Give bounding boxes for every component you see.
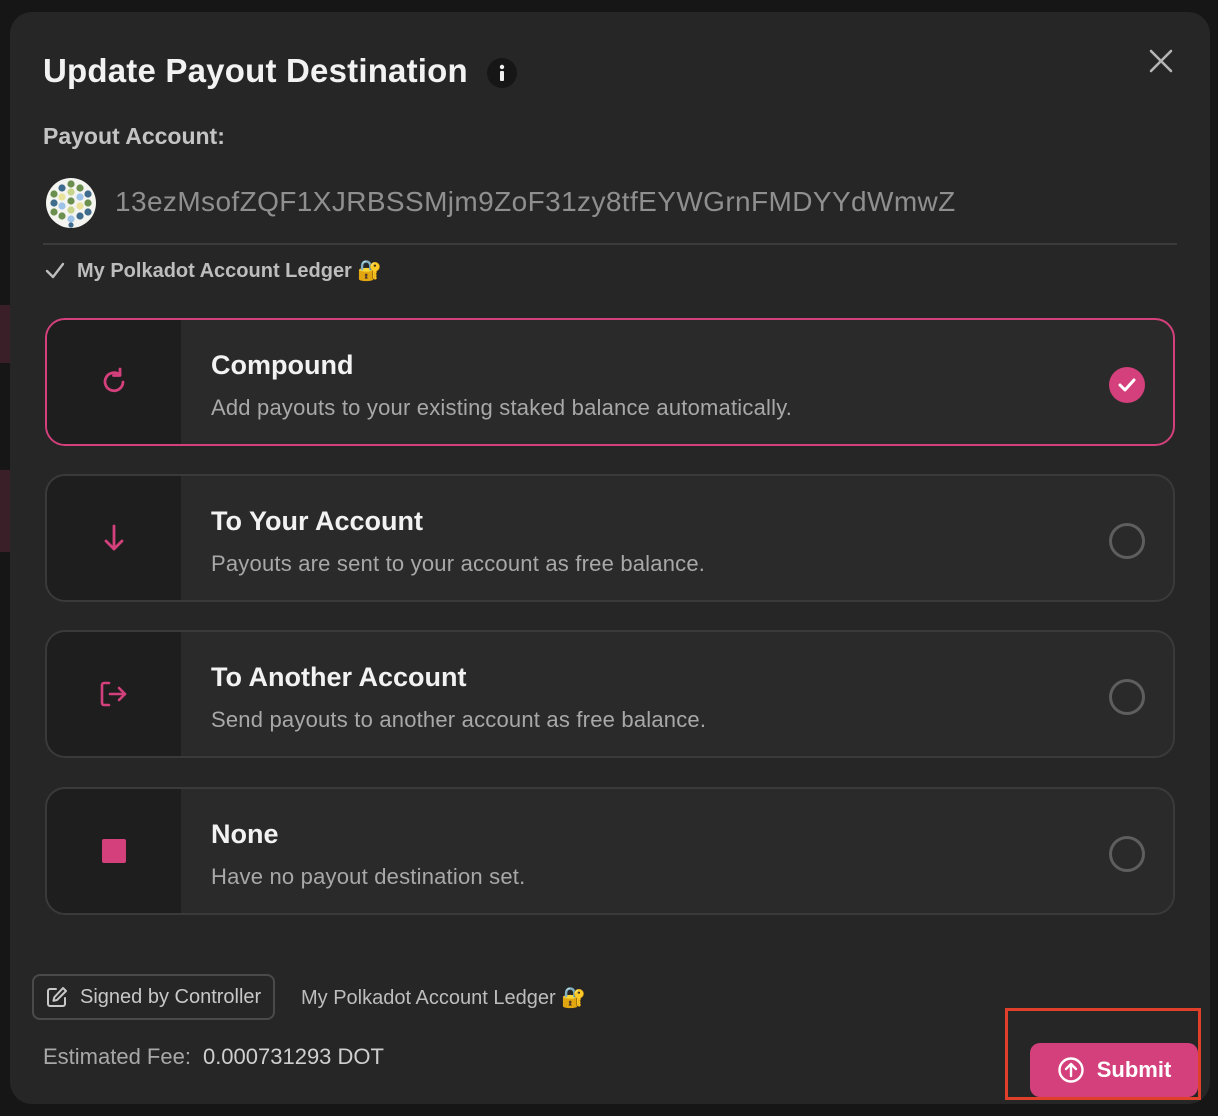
- radio-checked[interactable]: [1109, 367, 1145, 403]
- arrow-up-circle-icon: [1058, 1057, 1084, 1083]
- option-to-your-account[interactable]: To Your Account Payouts are sent to your…: [45, 474, 1175, 602]
- option-title: Compound: [211, 350, 354, 380]
- sign-out-icon: [100, 681, 127, 707]
- submit-button[interactable]: Submit: [1030, 1043, 1198, 1097]
- radio-unchecked[interactable]: [1109, 679, 1145, 715]
- option-description: Send payouts to another account as free …: [211, 707, 707, 732]
- modal-title: Update Payout Destination: [43, 52, 468, 89]
- option-title: None: [211, 819, 279, 849]
- close-icon: [1149, 49, 1173, 73]
- option-compound[interactable]: Compound Add payouts to your existing st…: [45, 318, 1175, 446]
- radio-unchecked[interactable]: [1109, 836, 1145, 872]
- info-icon[interactable]: [487, 58, 517, 88]
- option-title: To Another Account: [211, 662, 467, 692]
- square-icon: [102, 839, 126, 863]
- refresh-icon: [103, 367, 125, 393]
- signed-by-label: Signed by Controller: [80, 985, 262, 1008]
- option-description: Have no payout destination set.: [211, 864, 526, 889]
- edit-icon: [47, 987, 67, 1007]
- payout-account-label: Payout Account:: [43, 123, 225, 149]
- account-address: 13ezMsofZQF1XJRBSSMjm9ZoF31zy8tfEYWGrnFM…: [115, 186, 956, 217]
- radio-unchecked[interactable]: [1109, 523, 1145, 559]
- close-button[interactable]: [1144, 44, 1178, 78]
- estimated-fee: Estimated Fee: 0.000731293 DOT: [43, 1044, 384, 1070]
- option-title: To Your Account: [211, 506, 423, 536]
- option-to-another-account[interactable]: To Another Account Send payouts to anoth…: [45, 630, 1175, 758]
- arrow-down-icon: [104, 524, 124, 551]
- option-none[interactable]: None Have no payout destination set.: [45, 787, 1175, 915]
- signer-account-label: My Polkadot Account Ledger 🔐: [301, 987, 587, 1009]
- background-panel-middle: [0, 470, 10, 552]
- update-payout-modal: Update Payout Destination Payout Account…: [10, 12, 1210, 1104]
- check-icon: [45, 262, 65, 278]
- checkmark-icon: [1118, 378, 1136, 392]
- option-description: Payouts are sent to your account as free…: [211, 551, 706, 576]
- option-description: Add payouts to your existing staked bala…: [211, 395, 793, 420]
- fee-value: 0.000731293 DOT: [202, 1044, 384, 1069]
- ledger-account-label: My Polkadot Account Ledger 🔐: [77, 260, 383, 282]
- signed-by-controller-badge[interactable]: Signed by Controller: [32, 974, 276, 1020]
- background-panel-top: [0, 305, 10, 363]
- ledger-status: My Polkadot Account Ledger 🔐: [45, 258, 382, 283]
- account-identicon: [46, 178, 96, 228]
- fee-label: Estimated Fee:: [43, 1044, 191, 1069]
- submit-label: Submit: [1096, 1057, 1172, 1082]
- payout-account-row: 13ezMsofZQF1XJRBSSMjm9ZoF31zy8tfEYWGrnFM…: [43, 175, 1177, 245]
